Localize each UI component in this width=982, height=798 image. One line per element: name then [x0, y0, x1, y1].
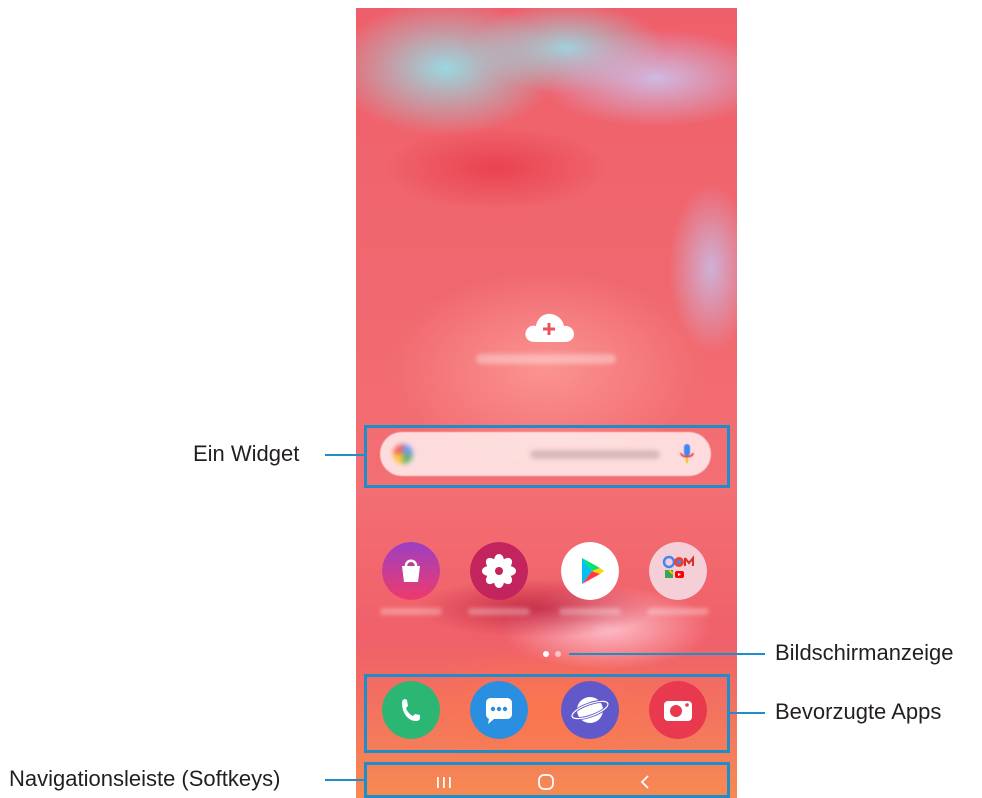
cloud-plus-icon[interactable] [523, 310, 575, 344]
app-label-blurred [647, 608, 709, 615]
page-dot[interactable] [555, 651, 561, 657]
widget-leader-line [325, 454, 364, 456]
play-store-icon[interactable] [561, 542, 619, 600]
app-label-blurred [380, 608, 442, 615]
navigation-bar-leader-line [325, 779, 364, 781]
favorite-apps-callout-box [364, 674, 730, 753]
widget-label: Ein Widget [193, 441, 300, 466]
app-label-blurred [468, 608, 530, 615]
navigation-bar-callout-box [364, 762, 730, 798]
widget-callout-box [364, 425, 730, 488]
page-indicator-leader-line [569, 653, 765, 655]
page-dot-active[interactable] [543, 651, 549, 657]
cloud-label-blurred [476, 354, 616, 364]
bixby-flower-icon[interactable] [470, 542, 528, 600]
app-label-blurred [559, 608, 621, 615]
page-indicator-label: Bildschirmanzeige [775, 640, 954, 665]
favorite-apps-label: Bevorzugte Apps [775, 699, 942, 724]
favorite-apps-leader-line [730, 712, 765, 714]
navigation-bar-label: Navigationsleiste (Softkeys) [9, 766, 281, 791]
google-folder-icon[interactable] [649, 542, 707, 600]
galaxy-store-icon[interactable] [382, 542, 440, 600]
